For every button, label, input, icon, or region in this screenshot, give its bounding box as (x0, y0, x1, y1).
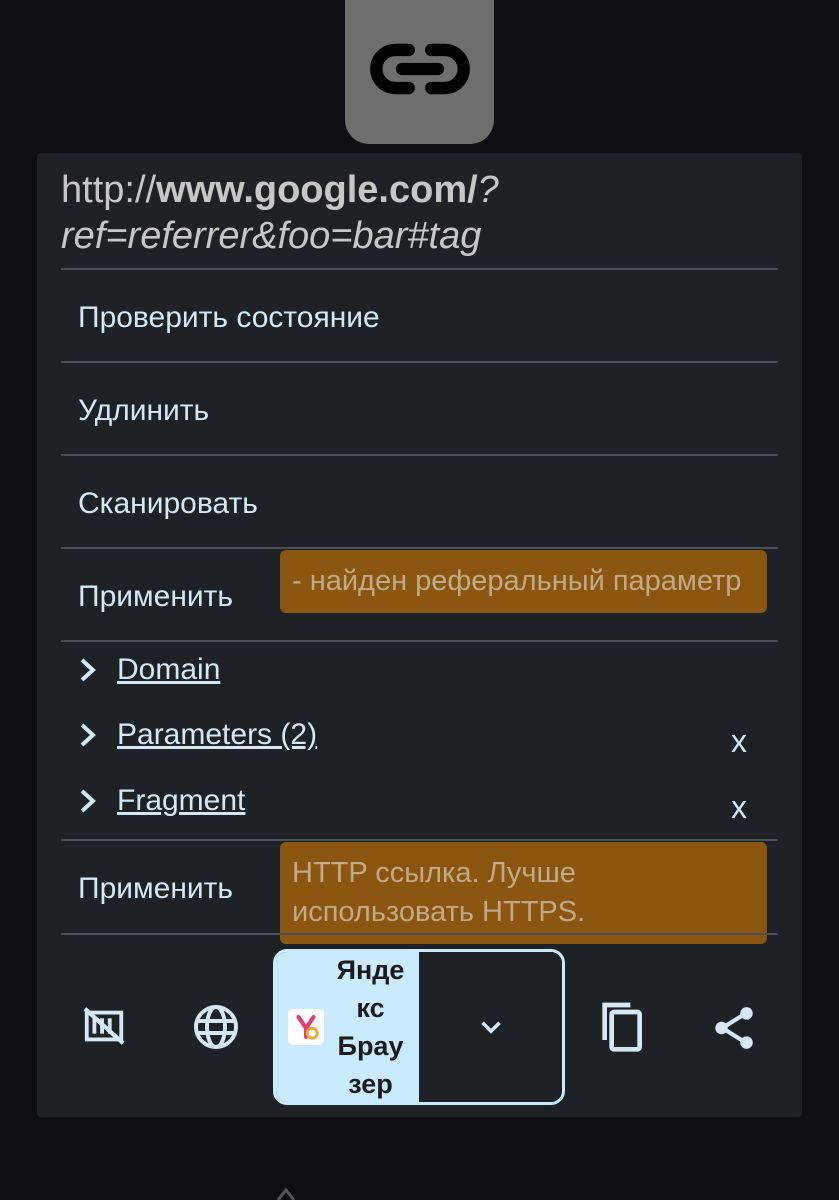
divider (61, 640, 778, 642)
check-status-button[interactable]: Проверить состояние (78, 301, 380, 335)
browser-name: Янде кс Брау зер (336, 955, 405, 1099)
copy-icon[interactable] (593, 998, 649, 1054)
divider (61, 933, 778, 935)
tree-item-fragment[interactable]: Fragment (77, 784, 245, 818)
app-link-badge (345, 0, 494, 144)
remove-parameters-button[interactable]: x (731, 723, 747, 760)
divider (61, 268, 778, 270)
globe-icon[interactable] (192, 1003, 240, 1051)
no-ads-icon[interactable] (81, 1003, 127, 1049)
tree-item-parameters[interactable]: Parameters (2) (77, 718, 317, 752)
apply-referrer-button[interactable]: Применить (78, 580, 233, 614)
divider (61, 361, 778, 363)
url-text[interactable]: http://www.google.com/?ref=referrer&foo=… (61, 167, 791, 259)
yandex-browser-icon (288, 1009, 324, 1045)
unshorten-button[interactable]: Удлинить (78, 394, 209, 428)
tree-label-fragment[interactable]: Fragment (117, 784, 245, 818)
remove-fragment-button[interactable]: x (731, 789, 747, 826)
scan-button[interactable]: Сканировать (78, 487, 258, 521)
browser-open-area[interactable]: Янде кс Брау зер (276, 952, 419, 1102)
open-in-browser-button[interactable]: Янде кс Брау зер (273, 949, 565, 1105)
apply-https-button[interactable]: Применить (78, 872, 233, 906)
link-dialog: http://www.google.com/?ref=referrer&foo=… (37, 153, 802, 1117)
chevron-right-icon (80, 658, 96, 682)
divider (61, 454, 778, 456)
share-icon[interactable] (709, 1003, 759, 1053)
chevron-right-icon (80, 789, 96, 813)
link-icon (369, 43, 470, 95)
chevron-down-icon (480, 1021, 501, 1034)
url-scheme: http:// (61, 169, 157, 211)
referrer-warning: - найден реферальный параметр (280, 550, 767, 613)
url-host: www.google.com/ (156, 169, 478, 211)
tree-item-domain[interactable]: Domain (77, 653, 220, 687)
partial-icon (276, 1188, 296, 1200)
http-warning: HTTP ссылка. Лучше использовать HTTPS. (280, 842, 767, 944)
tree-label-parameters[interactable]: Parameters (2) (117, 718, 317, 752)
divider (61, 547, 778, 549)
chevron-right-icon (80, 723, 96, 747)
divider (61, 839, 778, 841)
tree-label-domain[interactable]: Domain (117, 653, 220, 687)
browser-dropdown-button[interactable] (419, 952, 562, 1102)
